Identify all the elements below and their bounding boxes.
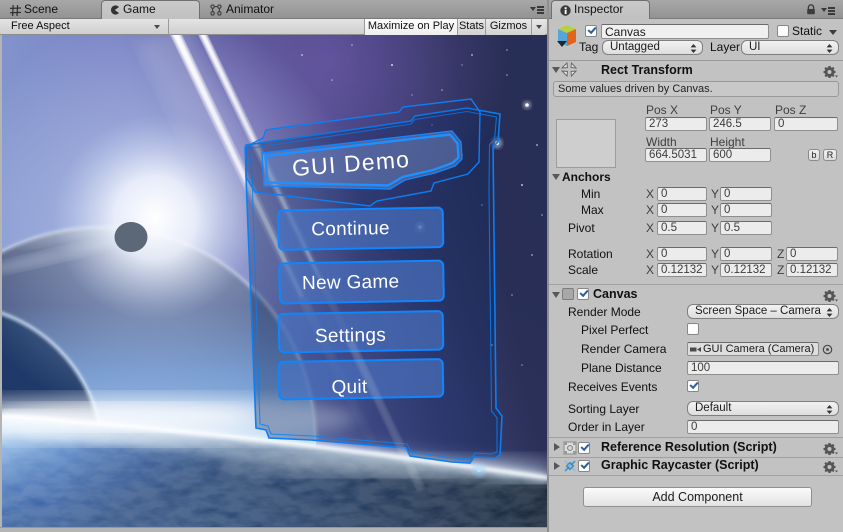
svg-text:Continue: Continue — [311, 218, 390, 240]
svg-text:New Game: New Game — [302, 271, 400, 294]
svg-text:Quit: Quit — [331, 377, 368, 399]
svg-text:Settings: Settings — [315, 325, 386, 347]
